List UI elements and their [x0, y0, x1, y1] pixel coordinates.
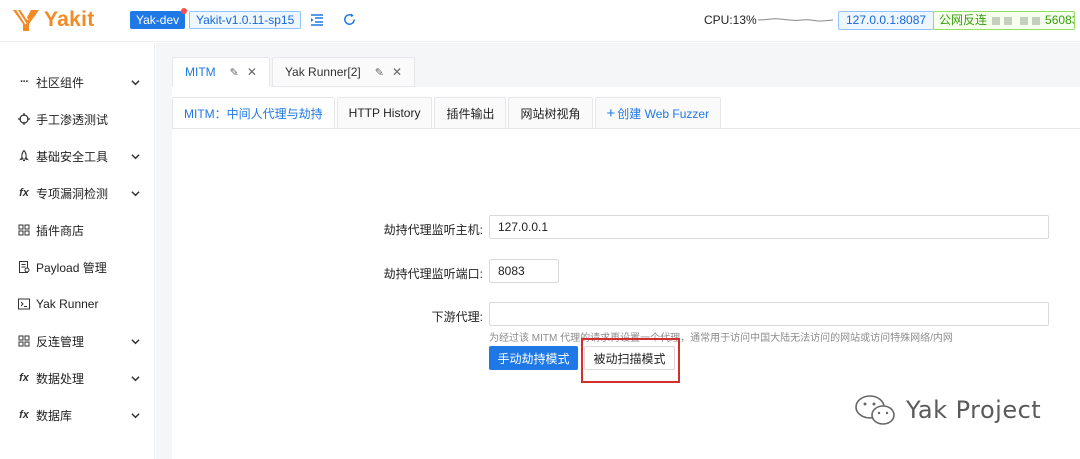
- rocket-icon: [19, 150, 29, 162]
- sidebar-item-payload[interactable]: Payload 管理: [0, 252, 155, 282]
- chevron-down-icon: [131, 153, 140, 159]
- edit-icon[interactable]: ✎: [375, 66, 384, 79]
- grid-icon: [18, 335, 30, 347]
- sidebar-item-label: 专项漏洞检测: [36, 186, 109, 201]
- downstream-proxy-hint: 为经过该 MITM 代理的请求再设置一个代理，通常用于访问中国大陆无法访问的网站…: [489, 333, 953, 344]
- subtab-label: 网站树视角: [520, 106, 581, 121]
- edit-icon[interactable]: ✎: [230, 66, 239, 79]
- sidebar-item-label: 社区组件: [36, 75, 85, 90]
- subtab-http-history[interactable]: HTTP History: [336, 97, 433, 129]
- wechat-icon: [855, 395, 895, 425]
- divider: [172, 128, 1080, 129]
- watermark-text: Yak Project: [906, 396, 1042, 424]
- payload-icon: [19, 261, 30, 273]
- sidebar-item-label: Yak Runner: [36, 297, 99, 311]
- refresh-icon[interactable]: [342, 12, 357, 27]
- close-icon[interactable]: ✕: [392, 65, 402, 79]
- downstream-proxy-input[interactable]: [489, 302, 1049, 326]
- sidebar-item-label: 数据处理: [36, 371, 85, 386]
- sidebar-item-plugin-store[interactable]: 插件商店: [0, 215, 155, 245]
- version-tag[interactable]: Yakit-v1.0.11-sp15: [189, 11, 302, 29]
- chevron-down-icon: [131, 375, 140, 381]
- cpu-usage-label: CPU:13%: [704, 13, 757, 27]
- yakit-logo-icon: [13, 9, 39, 31]
- close-icon[interactable]: ✕: [247, 65, 257, 79]
- cpu-sparkline: [758, 18, 833, 22]
- port-label: 劫持代理监听端口:: [383, 267, 483, 281]
- sidebar-item-label: 数据库: [36, 408, 73, 423]
- reverse-prefix: 公网反连: [939, 13, 988, 27]
- menu-unfold-icon[interactable]: [310, 13, 324, 27]
- fx-icon: fx: [19, 187, 29, 199]
- redacted-block: [1019, 16, 1028, 25]
- reverse-connection-tag[interactable]: 公网反连 56083: [933, 11, 1075, 30]
- sidebar: ··· 社区组件 手工渗透测试 基础安全工具 fx 专项漏洞检测 插件商店 Pa…: [0, 43, 155, 459]
- sidebar-item-label: 反连管理: [36, 334, 85, 349]
- tab-yak-runner[interactable]: Yak Runner[2] ✎ ✕: [271, 57, 416, 87]
- sidebar-item-label: 基础安全工具: [36, 149, 109, 164]
- port-input[interactable]: [489, 259, 559, 283]
- sidebar-item-reverse[interactable]: 反连管理: [0, 326, 155, 356]
- downstream-proxy-label: 下游代理:: [431, 310, 483, 324]
- env-tag[interactable]: Yak-dev: [130, 11, 186, 29]
- main-content: MITM ✎ ✕ Yak Runner[2] ✎ ✕ MITM：中间人代理与劫持…: [156, 43, 1080, 459]
- app-logo-text: Yakit: [44, 8, 95, 31]
- chevron-down-icon: [131, 338, 140, 344]
- terminal-icon: [18, 298, 30, 310]
- app-logo: Yakit: [12, 8, 95, 32]
- tab-mitm[interactable]: MITM ✎ ✕: [172, 57, 270, 87]
- subtab-mitm[interactable]: MITM：中间人代理与劫持: [172, 97, 335, 129]
- page-tabs: MITM ✎ ✕ Yak Runner[2] ✎ ✕: [172, 57, 417, 87]
- tab-label: Yak Runner[2]: [284, 65, 361, 79]
- reverse-port: 56083: [1045, 13, 1074, 27]
- mitm-subtabs: MITM：中间人代理与劫持 HTTP History 插件输出 网站树视角 + 创…: [172, 97, 723, 129]
- host-label: 劫持代理监听主机:: [383, 223, 483, 237]
- sidebar-item-label: 手工渗透测试: [36, 112, 109, 127]
- notification-dot: [181, 8, 187, 14]
- fx-icon: fx: [19, 372, 29, 384]
- redacted-block: [1004, 16, 1013, 25]
- plus-icon: +: [606, 104, 616, 122]
- chevron-down-icon: [131, 412, 140, 418]
- sidebar-item-vuln-detection[interactable]: fx 专项漏洞检测: [0, 178, 155, 208]
- subtab-label: 插件输出: [446, 106, 495, 121]
- subtab-site-tree[interactable]: 网站树视角: [508, 97, 593, 129]
- redacted-block: [992, 16, 1001, 25]
- subtab-label: 创建 Web Fuzzer: [617, 106, 710, 121]
- sidebar-item-database[interactable]: fx 数据库: [0, 400, 155, 430]
- sidebar-item-data-processing[interactable]: fx 数据处理: [0, 363, 155, 393]
- manual-hijack-button[interactable]: 手动劫持模式: [489, 346, 578, 370]
- watermark: Yak Project: [852, 392, 1041, 428]
- sidebar-item-community[interactable]: ··· 社区组件: [0, 67, 155, 97]
- sidebar-item-label: Payload 管理: [36, 260, 107, 275]
- subtab-label: MITM：中间人代理与劫持: [184, 106, 323, 121]
- tab-label: MITM: [185, 65, 216, 79]
- sidebar-item-basic-tools[interactable]: 基础安全工具: [0, 141, 155, 171]
- subtab-plugin-output[interactable]: 插件输出: [434, 97, 507, 129]
- top-bar: Yakit Yak-dev Yakit-v1.0.11-sp15 CPU:13%…: [0, 0, 1080, 42]
- sidebar-item-yak-runner[interactable]: Yak Runner: [0, 289, 155, 319]
- host-input[interactable]: [489, 215, 1049, 239]
- ellipsis-icon: ···: [20, 76, 29, 88]
- redacted-block: [1031, 16, 1040, 25]
- engine-host-tag[interactable]: 127.0.0.1:8087: [838, 11, 935, 30]
- chevron-down-icon: [131, 190, 140, 196]
- target-icon: [18, 113, 30, 125]
- subtab-label: HTTP History: [348, 106, 421, 120]
- fx-icon: fx: [19, 409, 29, 421]
- grid-icon: [18, 224, 30, 236]
- sidebar-item-manual-pentest[interactable]: 手工渗透测试: [0, 104, 155, 134]
- highlight-annotation: [581, 338, 680, 383]
- create-web-fuzzer-button[interactable]: + 创建 Web Fuzzer: [594, 97, 722, 129]
- chevron-down-icon: [131, 79, 140, 85]
- sidebar-item-label: 插件商店: [36, 223, 85, 238]
